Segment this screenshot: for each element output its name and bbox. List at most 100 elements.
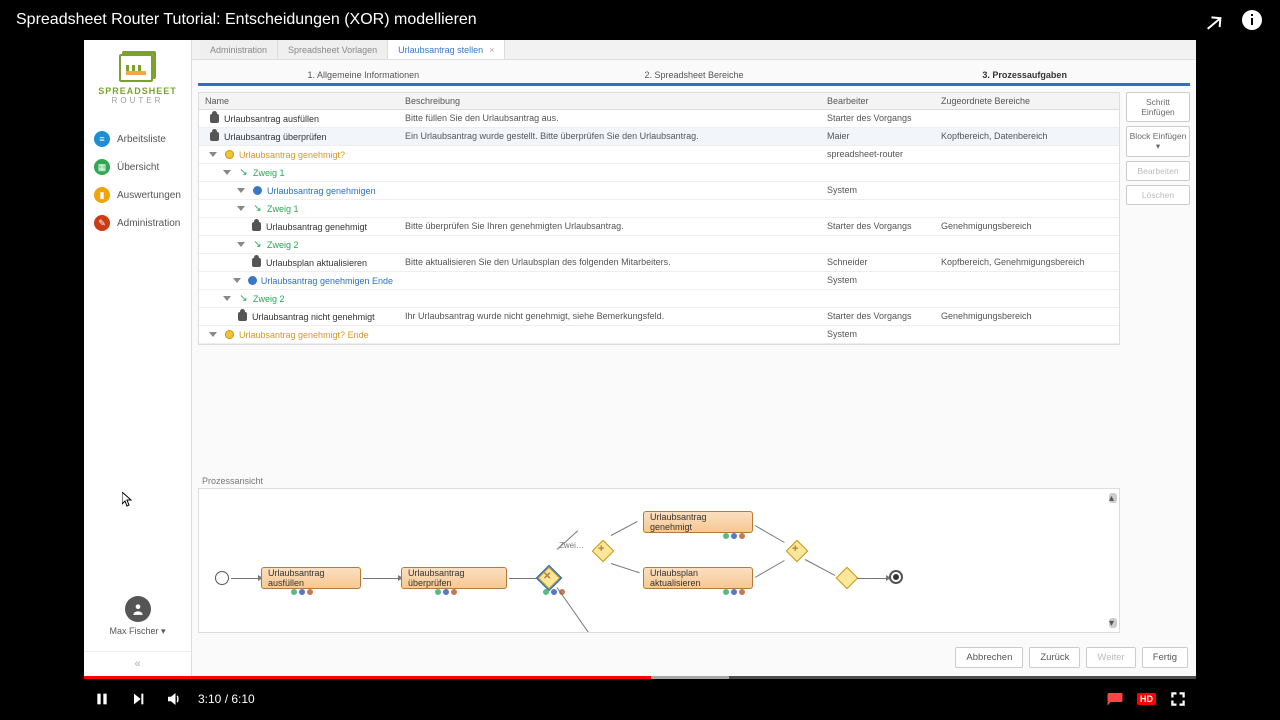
expand-caret-icon[interactable] [223,170,231,175]
table-row[interactable]: Urlaubsantrag genehmigt? EndeSystem [199,326,1119,344]
flow-arrow [805,559,835,576]
row-name: Urlaubsantrag nicht genehmigt [252,312,375,322]
expand-caret-icon[interactable] [233,278,241,283]
xor-gateway-icon [224,329,235,340]
next-video-button[interactable] [120,684,156,714]
table-row[interactable]: Urlaubsantrag ausfüllenBitte füllen Sie … [199,110,1119,128]
expand-caret-icon[interactable] [223,296,231,301]
row-name: Urlaubsantrag überprüfen [224,132,327,142]
table-row[interactable]: Urlaubsantrag genehmigenSystem [199,182,1119,200]
done-button[interactable]: Fertig [1142,647,1188,668]
table-row[interactable]: Urlaubsantrag genehmigtBitte überprüfen … [199,218,1119,236]
subtitles-button[interactable] [1097,684,1133,714]
person-icon [209,131,220,142]
col-desc[interactable]: Beschreibung [399,93,821,109]
video-title: Spreadsheet Router Tutorial: Entscheidun… [16,11,477,29]
mouse-cursor-icon [122,492,134,508]
edit-button[interactable]: Bearbeiten [1126,161,1190,181]
row-name: Zweig 1 [267,204,299,214]
chart-icon: ▮ [94,187,110,203]
flow-arrow [857,578,887,579]
col-zones[interactable]: Zugeordnete Bereiche [935,93,1119,109]
video-progress-played [84,676,651,679]
tab-templates[interactable]: Spreadsheet Vorlagen [278,40,388,59]
wizard-step-3[interactable]: 3. Prozessaufgaben [859,66,1190,86]
expand-caret-icon[interactable] [237,242,245,247]
row-desc: Bitte aktualisieren Sie den Urlaubsplan … [399,254,821,271]
col-name[interactable]: Name [199,93,399,109]
bpmn-xor-gateway-merge[interactable] [836,567,859,590]
row-desc [399,182,821,199]
next-button[interactable]: Weiter [1086,647,1135,668]
insert-block-button[interactable]: Block Einfügen ▾ [1126,126,1190,157]
brand-line1: SPREADSHEET [98,86,177,96]
xor-gateway-icon [224,149,235,160]
table-row[interactable]: ↘Zweig 1 [199,164,1119,182]
wizard-step-2[interactable]: 2. Spreadsheet Bereiche [529,66,860,86]
row-desc [399,326,821,343]
tab-current-process[interactable]: Urlaubsantrag stellen× [388,40,505,59]
nav-overview-label: Übersicht [117,162,159,173]
nav-worklist[interactable]: ≡ Arbeitsliste [84,125,191,153]
delete-button[interactable]: Löschen [1126,185,1190,205]
table-row[interactable]: Urlaubsantrag genehmigen EndeSystem [199,272,1119,290]
table-row[interactable]: ↘Zweig 1 [199,200,1119,218]
row-desc [399,290,821,307]
wizard-step-1[interactable]: 1. Allgemeine Informationen [198,66,529,86]
row-name: Urlaubsplan aktualisieren [266,258,367,268]
avatar[interactable] [125,596,151,622]
pause-button[interactable] [84,684,120,714]
quality-badge[interactable]: HD [1137,693,1156,705]
xor-marker-icon: ✕ [543,571,551,582]
table-row[interactable]: Urlaubsantrag überprüfen Ein Urlaubsantra… [199,128,1119,146]
bpmn-task-1[interactable]: Urlaubsantrag ausfüllen [261,567,361,589]
bpmn-task-4[interactable]: Urlaubsplan aktualisieren [643,567,753,589]
row-zones [935,200,1119,217]
bpmn-start-event[interactable] [215,571,229,585]
row-name: Urlaubsantrag genehmigen [267,186,376,196]
plus-marker-icon: + [792,543,798,555]
fullscreen-button[interactable] [1160,684,1196,714]
col-editor[interactable]: Bearbeiter [821,93,935,109]
info-icon[interactable] [1240,8,1264,32]
sidebar-collapse[interactable]: « [84,651,191,676]
back-button[interactable]: Zurück [1029,647,1080,668]
expand-caret-icon[interactable] [237,188,245,193]
cancel-button[interactable]: Abbrechen [955,647,1023,668]
tab-administration[interactable]: Administration [200,40,278,59]
process-diagram[interactable]: Urlaubsantrag ausfüllen Urlaubsantrag üb… [198,488,1120,633]
branch-icon: ↘ [238,293,249,304]
row-name: Zweig 1 [253,168,285,178]
nav-admin[interactable]: ✎ Administration [84,209,191,237]
bpmn-task-3[interactable]: Urlaubsantrag genehmigt [643,511,753,533]
row-desc [399,200,821,217]
volume-button[interactable] [156,684,192,714]
expand-caret-icon[interactable] [209,332,217,337]
person-icon [251,257,262,268]
bpmn-end-event[interactable] [889,570,903,584]
flow-arrow [557,587,592,633]
table-row[interactable]: Urlaubsantrag nicht genehmigtIhr Urlaubs… [199,308,1119,326]
diagram-scroll-down[interactable]: ▾ [1109,618,1117,628]
row-desc: Ein Urlaubsantrag wurde gestellt. Bitte … [399,128,821,145]
row-zones [935,182,1119,199]
diagram-scroll-up[interactable]: ▴ [1109,493,1117,503]
table-row[interactable]: Urlaubsplan aktualisieren Bitte aktualisi… [199,254,1119,272]
nav-overview[interactable]: ▦ Übersicht [84,153,191,181]
user-name[interactable]: Max Fischer ▾ [109,626,165,637]
insert-step-button[interactable]: Schritt Einfügen [1126,92,1190,122]
nav-reports[interactable]: ▮ Auswertungen [84,181,191,209]
row-name: Urlaubsantrag genehmigt [266,222,367,232]
table-row[interactable]: ↘Zweig 2 [199,236,1119,254]
bpmn-task-2[interactable]: Urlaubsantrag überprüfen [401,567,507,589]
nav-reports-label: Auswertungen [117,190,181,201]
close-icon[interactable]: × [489,45,494,55]
table-row[interactable]: Urlaubsantrag genehmigt?spreadsheet-rout… [199,146,1119,164]
video-progress-bar[interactable] [84,676,1196,679]
share-icon[interactable] [1200,8,1224,32]
expand-caret-icon[interactable] [237,206,245,211]
table-row[interactable]: ↘Zweig 2 [199,290,1119,308]
diagram-title: Prozessansicht [198,470,1120,488]
row-zones [935,326,1119,343]
expand-caret-icon[interactable] [209,152,217,157]
